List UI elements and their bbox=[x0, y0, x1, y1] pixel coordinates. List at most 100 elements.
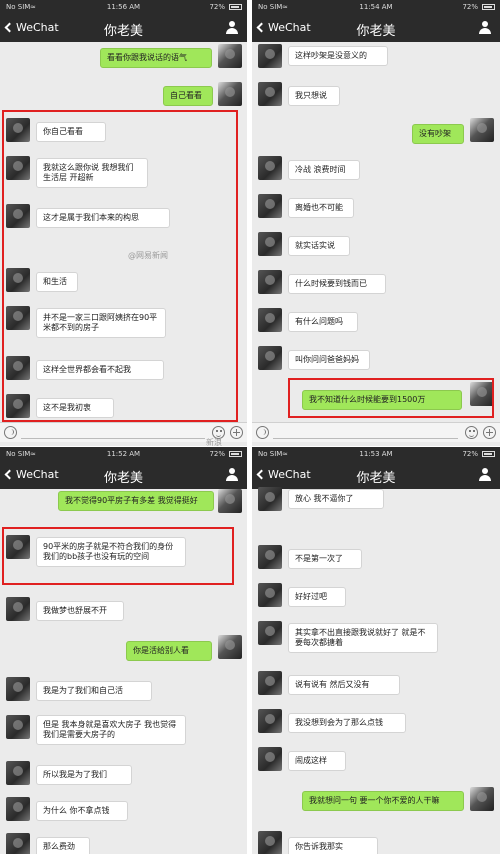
message-bubble[interactable]: 有什么问题吗 bbox=[288, 312, 358, 332]
contact-avatar[interactable] bbox=[258, 621, 282, 645]
message-bubble[interactable]: 看看你跟我说话的语气 bbox=[100, 48, 212, 68]
chat-header: WeChat 你老美 bbox=[0, 14, 247, 42]
watermark: 新浪 bbox=[206, 438, 222, 447]
message-bubble[interactable]: 那么费劲 bbox=[36, 837, 90, 854]
person-icon[interactable] bbox=[225, 21, 239, 35]
message-bubble[interactable]: 好好过吧 bbox=[288, 587, 346, 607]
my-avatar[interactable] bbox=[218, 489, 242, 513]
contact-avatar[interactable] bbox=[6, 356, 30, 380]
contact-avatar[interactable] bbox=[6, 597, 30, 621]
chat-header: WeChat 你老美 bbox=[252, 14, 500, 42]
my-avatar[interactable] bbox=[470, 787, 494, 811]
plus-icon[interactable] bbox=[230, 426, 243, 439]
message-bubble[interactable]: 所以我是为了我们 bbox=[36, 765, 132, 785]
my-avatar[interactable] bbox=[218, 82, 242, 106]
message-bubble[interactable]: 你告诉我那实 bbox=[288, 837, 378, 854]
chat-header: WeChat 你老美 bbox=[252, 461, 500, 489]
message-bubble[interactable]: 并不是一家三口跟阿姨挤在90平米都不到的房子 bbox=[36, 308, 166, 338]
voice-icon[interactable] bbox=[256, 426, 269, 439]
my-avatar[interactable] bbox=[218, 635, 242, 659]
contact-avatar[interactable] bbox=[258, 82, 282, 106]
message-bubble[interactable]: 说有说有 然后又没有 bbox=[288, 675, 400, 695]
my-avatar[interactable] bbox=[218, 44, 242, 68]
contact-avatar[interactable] bbox=[6, 204, 30, 228]
battery-icon bbox=[482, 4, 495, 10]
battery-percent: 72% bbox=[209, 3, 225, 11]
contact-avatar[interactable] bbox=[6, 715, 30, 739]
message-bubble[interactable]: 我是为了我们和自己活 bbox=[36, 681, 152, 701]
message-input[interactable] bbox=[273, 438, 458, 439]
status-bar: No SIM ≈ 11:52 AM 72% bbox=[0, 447, 247, 461]
contact-avatar[interactable] bbox=[258, 156, 282, 180]
message-bubble[interactable]: 闹成这样 bbox=[288, 751, 346, 771]
message-bubble[interactable]: 90平米的房子就是不符合我们的身份 我们的bb孩子也没有玩的空间 bbox=[36, 537, 186, 567]
chat-screen-bottom-right: No SIM ≈ 11:53 AM 72% WeChat 你老美 放心 我不逼你… bbox=[252, 447, 500, 854]
contact-avatar[interactable] bbox=[6, 118, 30, 142]
message-bubble[interactable]: 离婚也不可能 bbox=[288, 198, 354, 218]
message-bubble[interactable]: 叫你问问爸爸妈妈 bbox=[288, 350, 370, 370]
message-bubble[interactable]: 我做梦也舒展不开 bbox=[36, 601, 124, 621]
message-bubble[interactable]: 我就这么跟你说 我想我们生活层 开超新 bbox=[36, 158, 148, 188]
message-bubble[interactable]: 你自己看看 bbox=[36, 122, 106, 142]
emoji-icon[interactable] bbox=[465, 426, 478, 439]
message-bubble[interactable]: 什么时候要到钱而已 bbox=[288, 274, 386, 294]
contact-avatar[interactable] bbox=[6, 306, 30, 330]
person-icon[interactable] bbox=[225, 468, 239, 482]
contact-avatar[interactable] bbox=[258, 709, 282, 733]
message-input[interactable] bbox=[21, 438, 205, 439]
contact-avatar[interactable] bbox=[258, 671, 282, 695]
battery-icon bbox=[482, 451, 495, 457]
contact-avatar[interactable] bbox=[258, 346, 282, 370]
contact-avatar[interactable] bbox=[6, 268, 30, 292]
message-bubble[interactable]: 这样全世界都会看不起我 bbox=[36, 360, 164, 380]
contact-avatar[interactable] bbox=[258, 194, 282, 218]
chat-title: 你老美 bbox=[103, 471, 143, 486]
message-bubble[interactable]: 我只想说 bbox=[288, 86, 340, 106]
plus-icon[interactable] bbox=[483, 426, 496, 439]
contact-avatar[interactable] bbox=[6, 833, 30, 854]
contact-avatar[interactable] bbox=[258, 545, 282, 569]
message-bubble[interactable]: 为什么 你不拿点钱 bbox=[36, 801, 128, 821]
contact-avatar[interactable] bbox=[258, 747, 282, 771]
person-icon[interactable] bbox=[478, 468, 492, 482]
person-icon[interactable] bbox=[478, 21, 492, 35]
contact-avatar[interactable] bbox=[6, 156, 30, 180]
message-bubble[interactable]: 我没想到会为了那么点钱 bbox=[288, 713, 406, 733]
chat-header: WeChat 你老美 bbox=[0, 461, 247, 489]
contact-avatar[interactable] bbox=[258, 308, 282, 332]
message-bubble[interactable]: 但是 我本身就是喜欢大房子 我也觉得我们是需要大房子的 bbox=[36, 715, 186, 745]
chat-title: 你老美 bbox=[356, 471, 396, 486]
message-bubble[interactable]: 其实拿不出直接跟我说就好了 就是不要每次都搪着 bbox=[288, 623, 438, 653]
my-avatar[interactable] bbox=[470, 382, 494, 406]
contact-avatar[interactable] bbox=[258, 487, 282, 511]
voice-icon[interactable] bbox=[4, 426, 17, 439]
battery-percent: 72% bbox=[462, 450, 478, 458]
message-bubble[interactable]: 就实话实说 bbox=[288, 236, 350, 256]
message-bubble[interactable]: 这才是属于我们本来的构思 bbox=[36, 208, 170, 228]
message-bubble[interactable]: 和生活 bbox=[36, 272, 78, 292]
contact-avatar[interactable] bbox=[6, 761, 30, 785]
contact-avatar[interactable] bbox=[258, 270, 282, 294]
contact-avatar[interactable] bbox=[258, 831, 282, 854]
contact-avatar[interactable] bbox=[258, 583, 282, 607]
message-bubble[interactable]: 这不是我初衷 bbox=[36, 398, 114, 418]
message-bubble[interactable]: 你是活给别人看 bbox=[126, 641, 212, 661]
contact-avatar[interactable] bbox=[258, 44, 282, 68]
battery-percent: 72% bbox=[209, 450, 225, 458]
message-bubble[interactable]: 我就想问一句 要一个你不爱的人干嘛 bbox=[302, 791, 464, 811]
message-bubble[interactable]: 我不知道什么时候能要到1500万 bbox=[302, 390, 462, 410]
message-bubble[interactable]: 不是第一次了 bbox=[288, 549, 362, 569]
message-bubble[interactable]: 这样吵架是没意义的 bbox=[288, 46, 388, 66]
contact-avatar[interactable] bbox=[258, 232, 282, 256]
contact-avatar[interactable] bbox=[6, 797, 30, 821]
my-avatar[interactable] bbox=[470, 118, 494, 142]
message-bubble[interactable]: 放心 我不逼你了 bbox=[288, 489, 384, 509]
message-bubble[interactable]: 冷战 浪费时间 bbox=[288, 160, 360, 180]
contact-avatar[interactable] bbox=[6, 677, 30, 701]
message-bubble[interactable]: 自己看看 bbox=[163, 86, 213, 106]
contact-avatar[interactable] bbox=[6, 394, 30, 418]
contact-avatar[interactable] bbox=[6, 535, 30, 559]
message-bubble[interactable]: 没有吵架 bbox=[412, 124, 464, 144]
message-bubble[interactable]: 我不觉得90平房子有多差 我觉得挺好 bbox=[58, 491, 214, 511]
status-bar: No SIM ≈ 11:54 AM 72% bbox=[252, 0, 500, 14]
